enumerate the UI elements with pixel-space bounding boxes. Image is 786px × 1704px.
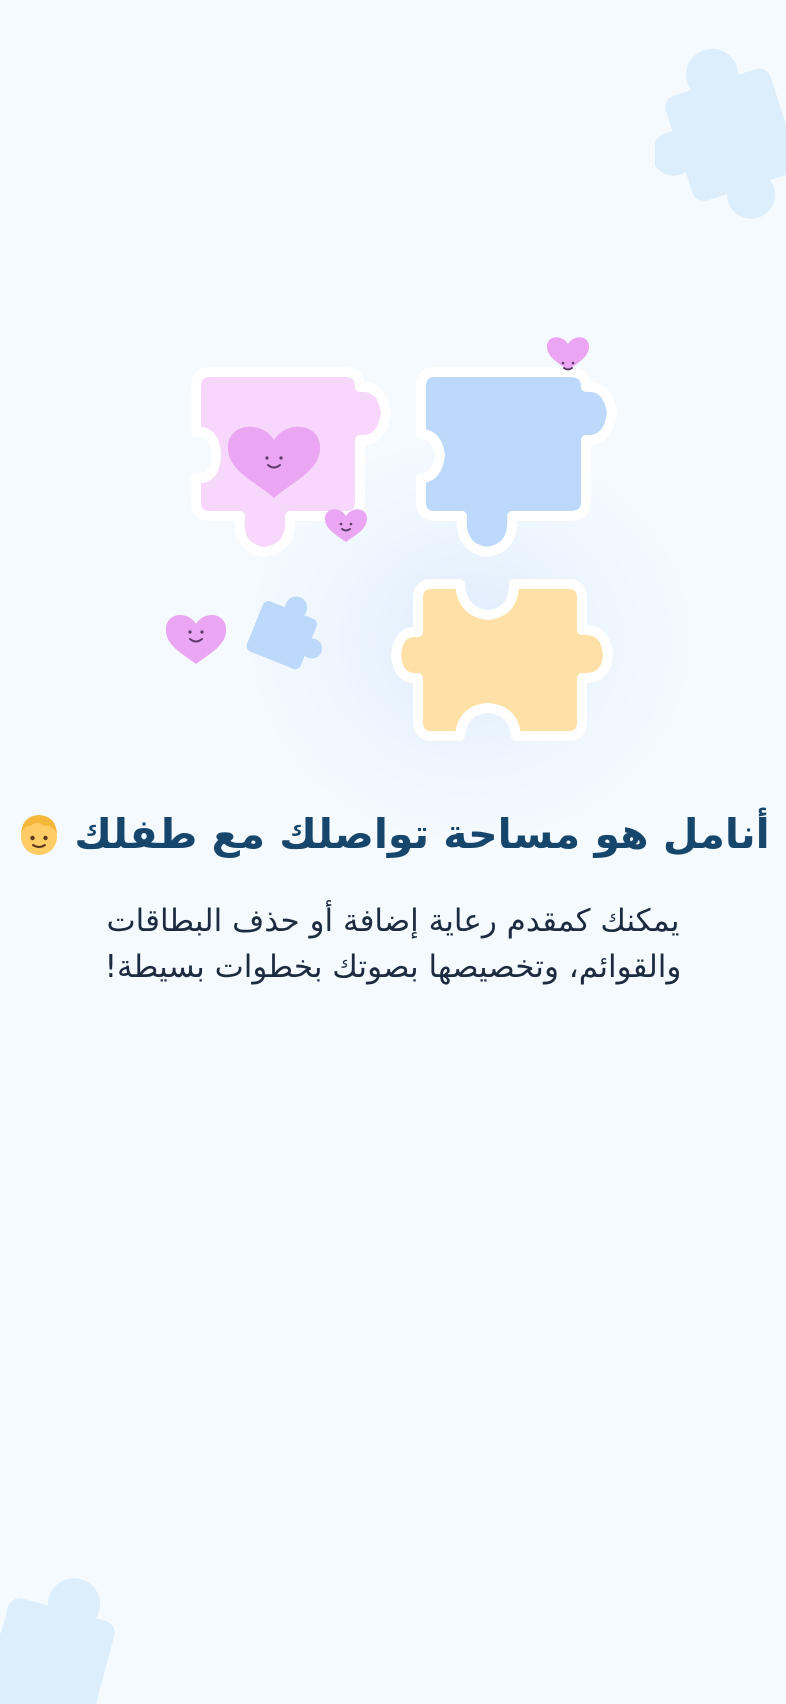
page-title-text: أنامل هو مساحة تواصلك مع طفلك xyxy=(74,810,770,858)
blue-puzzle-piece xyxy=(416,367,617,557)
page-title: أنامل هو مساحة تواصلك مع طفلك xyxy=(21,810,770,858)
decorative-puzzle-icon-bottom xyxy=(0,1578,115,1704)
yellow-puzzle-piece xyxy=(391,579,613,741)
description-line-1: يمكنك كمقدم رعاية إضافة أو حذف البطاقات xyxy=(106,903,680,939)
child-face-icon xyxy=(21,815,58,855)
onboarding-screen: أنامل هو مساحة تواصلك مع طفلك يمكنك كمقد… xyxy=(0,0,786,1704)
small-blue-puzzle-piece xyxy=(246,596,323,670)
decorative-puzzle-icon-top xyxy=(655,48,786,219)
page-description: يمكنك كمقدم رعاية إضافة أو حذف البطاقات … xyxy=(60,898,726,990)
description-line-2: والقوائم، وتخصيصها بصوتك بخطوات بسيطة! xyxy=(104,949,682,985)
puzzle-pieces-icon xyxy=(165,337,617,741)
